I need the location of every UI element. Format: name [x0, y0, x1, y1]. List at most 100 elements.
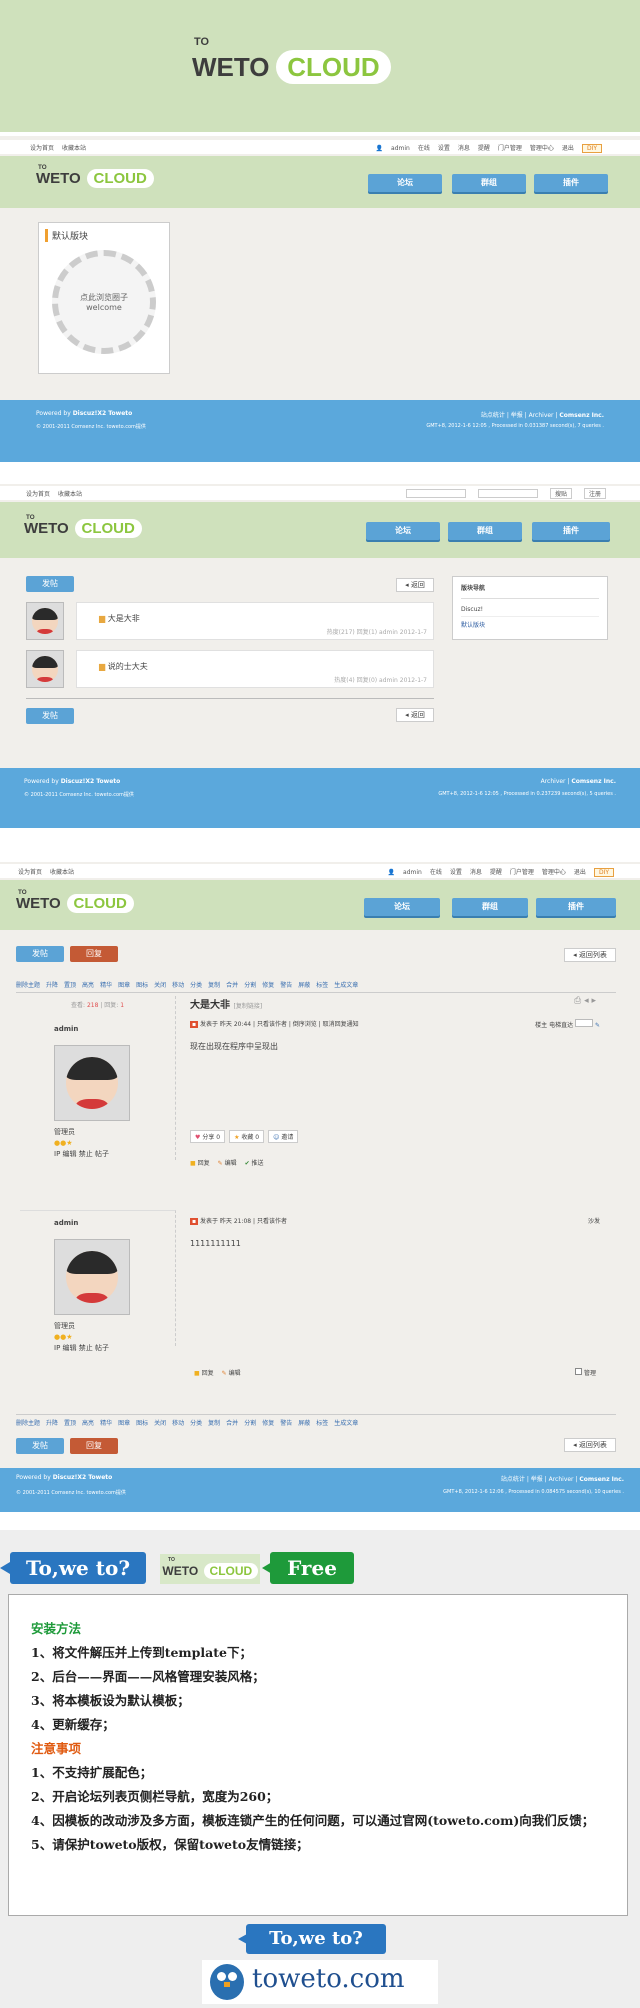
mod-link[interactable]: 删除主题 — [16, 982, 40, 989]
admin-center-link[interactable]: 管理中心 — [530, 145, 554, 152]
bookmark-link[interactable]: 收藏本站 — [62, 145, 86, 152]
fav-button[interactable]: ★ 收藏 0 — [229, 1130, 265, 1143]
mod-link[interactable]: 图标 — [136, 1420, 148, 1427]
back-list-button[interactable]: ◂ 返回列表 — [564, 1438, 616, 1452]
user-actions[interactable]: IP 编辑 禁止 帖子 — [54, 1149, 175, 1159]
mod-link[interactable]: 删除主题 — [16, 1420, 40, 1427]
mod-link[interactable]: 升降 — [46, 982, 58, 989]
notify-link[interactable]: 提醒 — [490, 869, 502, 876]
nav-plugin[interactable]: 插件 — [534, 174, 608, 192]
reply-button[interactable]: 回复 — [70, 946, 118, 962]
bookmark-link[interactable]: 收藏本站 — [50, 869, 74, 876]
back-button[interactable]: ◂ 返回 — [396, 708, 434, 722]
group-circle[interactable]: 点此浏览圈子 welcome — [52, 250, 156, 354]
footer-link-report[interactable]: 举报 — [511, 412, 523, 419]
jump-input[interactable] — [575, 1019, 594, 1027]
password-field[interactable] — [477, 488, 538, 498]
mod-link[interactable]: 分割 — [244, 982, 256, 989]
mod-link[interactable]: 置顶 — [64, 982, 76, 989]
author-name[interactable]: admin — [54, 1025, 175, 1033]
logout-link[interactable]: 退出 — [574, 869, 586, 876]
mod-link[interactable]: 标签 — [316, 982, 328, 989]
mod-link[interactable]: 高亮 — [82, 982, 94, 989]
post-meta[interactable]: 发表于 昨天 20:44 | 只看该作者 | 倒序浏览 | 取消回复通知 — [200, 1021, 359, 1028]
footer-brand[interactable]: Discuz!X2 Toweto — [61, 778, 121, 785]
set-home-link[interactable]: 设为首页 — [18, 869, 42, 876]
copy-link[interactable]: [复制链接] — [233, 1003, 262, 1010]
nav-forum[interactable]: 论坛 — [368, 174, 442, 192]
mod-link[interactable]: 生成文章 — [334, 982, 358, 989]
thread-title[interactable]: 大是大非 — [108, 614, 140, 623]
invite-button[interactable]: ☺ 邀请 — [268, 1130, 299, 1143]
footer-link-stats[interactable]: 站点统计 — [501, 1476, 525, 1483]
portal-admin-link[interactable]: 门户管理 — [498, 145, 522, 152]
online-link[interactable]: 在线 — [430, 869, 442, 876]
mod-link[interactable]: 移动 — [172, 982, 184, 989]
settings-link[interactable]: 设置 — [450, 869, 462, 876]
mod-link[interactable]: 警告 — [280, 982, 292, 989]
portal-admin-link[interactable]: 门户管理 — [510, 869, 534, 876]
manage-checkbox[interactable] — [575, 1368, 583, 1375]
edit-op[interactable]: ✎ 编辑 — [218, 1158, 237, 1167]
author-name[interactable]: admin — [54, 1219, 175, 1227]
mod-link[interactable]: 移动 — [172, 1420, 184, 1427]
messages-link[interactable]: 消息 — [458, 145, 470, 152]
mod-link[interactable]: 分类 — [190, 982, 202, 989]
thread-title[interactable]: 说的士大夫 — [108, 662, 148, 671]
mod-link[interactable]: 图章 — [118, 1420, 130, 1427]
username-field[interactable] — [405, 488, 466, 498]
mod-link[interactable]: 修复 — [262, 982, 274, 989]
user-link[interactable]: admin — [403, 869, 422, 876]
footer-link-stats[interactable]: 站点统计 — [481, 412, 505, 419]
avatar[interactable] — [54, 1239, 130, 1315]
online-link[interactable]: 在线 — [418, 145, 430, 152]
sidebar-item-discuz[interactable]: Discuz! — [461, 603, 599, 617]
mod-link[interactable]: 图章 — [118, 982, 130, 989]
notify-link[interactable]: 提醒 — [478, 145, 490, 152]
nav-forum[interactable]: 论坛 — [364, 898, 440, 916]
diy-button[interactable]: DIY — [581, 143, 602, 153]
avatar[interactable] — [26, 602, 64, 640]
nav-group[interactable]: 群组 — [448, 522, 522, 540]
diy-button[interactable]: DIY — [593, 867, 614, 877]
mod-link[interactable]: 警告 — [280, 1420, 292, 1427]
reply-button[interactable]: 回复 — [70, 1438, 118, 1454]
mod-link[interactable]: 升降 — [46, 1420, 58, 1427]
nav-group[interactable]: 群组 — [452, 174, 526, 192]
footer-link-comsenz[interactable]: Comsenz Inc. — [559, 412, 604, 419]
mod-link[interactable]: 关闭 — [154, 982, 166, 989]
nav-forum[interactable]: 论坛 — [366, 522, 440, 540]
mod-link[interactable]: 关闭 — [154, 1420, 166, 1427]
logout-link[interactable]: 退出 — [562, 145, 574, 152]
thread-row[interactable]: ▆ 大是大非 热度(217) 回复(1) admin 2012-1-7 — [76, 602, 434, 640]
footer-link-report[interactable]: 举报 — [531, 1476, 543, 1483]
mod-link[interactable]: 屏蔽 — [298, 1420, 310, 1427]
messages-link[interactable]: 消息 — [470, 869, 482, 876]
reply-op[interactable]: ■ 回复 — [194, 1368, 214, 1377]
new-post-button[interactable]: 发帖 — [16, 946, 64, 962]
login-button[interactable]: 搜贴 — [549, 487, 572, 499]
footer-brand[interactable]: Discuz!X2 Toweto — [53, 1474, 113, 1481]
footer-link-comsenz[interactable]: Comsenz Inc. — [571, 778, 616, 785]
new-post-button[interactable]: 发帖 — [26, 576, 74, 592]
nav-group[interactable]: 群组 — [452, 898, 528, 916]
mod-link[interactable]: 复制 — [208, 982, 220, 989]
footer-link-archiver[interactable]: Archiver — [549, 1476, 574, 1483]
avatar[interactable] — [26, 650, 64, 688]
user-link[interactable]: admin — [391, 145, 410, 152]
mod-link[interactable]: 复制 — [208, 1420, 220, 1427]
mod-link[interactable]: 精华 — [100, 1420, 112, 1427]
admin-center-link[interactable]: 管理中心 — [542, 869, 566, 876]
back-list-button[interactable]: ◂ 返回列表 — [564, 948, 616, 962]
new-post-button[interactable]: 发帖 — [16, 1438, 64, 1454]
thread-row[interactable]: ▆ 说的士大夫 热度(4) 回复(0) admin 2012-1-7 — [76, 650, 434, 688]
set-home-link[interactable]: 设为首页 — [26, 491, 50, 498]
new-post-button[interactable]: 发帖 — [26, 708, 74, 724]
mod-link[interactable]: 精华 — [100, 982, 112, 989]
sidebar-item-default[interactable]: 默认版块 — [461, 617, 599, 632]
mod-link[interactable]: 生成文章 — [334, 1420, 358, 1427]
site-url[interactable]: toweto.com — [252, 1964, 405, 1994]
back-button[interactable]: ◂ 返回 — [396, 578, 434, 592]
post-meta[interactable]: 发表于 昨天 21:08 | 只看该作者 — [200, 1218, 287, 1225]
mod-link[interactable]: 高亮 — [82, 1420, 94, 1427]
